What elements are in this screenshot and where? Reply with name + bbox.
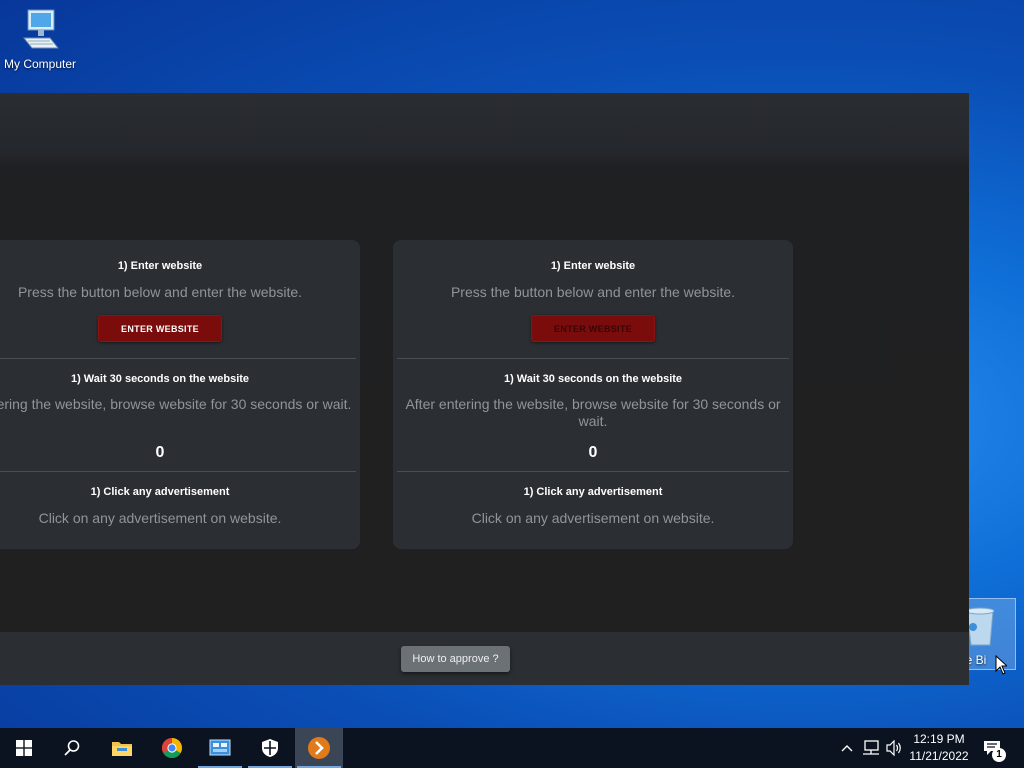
countdown-counter: 0	[588, 444, 598, 461]
step3-title: 1) Click any advertisement	[523, 486, 663, 498]
chevron-up-icon	[841, 745, 853, 752]
step1-title: 1) Enter website	[117, 260, 203, 272]
notification-badge: 1	[992, 748, 1006, 762]
desktop-icon-my-computer[interactable]: My Computer	[0, 8, 80, 71]
step3-title: 1) Click any advertisement	[90, 486, 230, 498]
taskbar-clock[interactable]: 12:19 PM 11/21/2022	[903, 731, 975, 765]
volume-icon	[886, 740, 901, 756]
taskbar-chrome[interactable]	[148, 728, 196, 768]
step2-description: r entering the website, browse website f…	[0, 396, 352, 412]
step1-description: Press the button below and enter the web…	[17, 284, 303, 300]
divider	[0, 471, 356, 472]
enter-website-button[interactable]: ENTER WEBSITE	[98, 315, 222, 342]
clock-date: 11/21/2022	[909, 749, 969, 763]
step2-title: 1) Wait 30 seconds on the website	[70, 373, 250, 385]
step1-title: 1) Enter website	[550, 260, 636, 272]
control-panel-icon	[209, 739, 231, 756]
search-icon	[64, 740, 80, 756]
taskbar-active-app[interactable]	[295, 728, 343, 768]
taskbar-control-panel[interactable]	[196, 728, 244, 768]
app-arrow-icon	[308, 737, 330, 759]
tray-network[interactable]	[861, 728, 881, 768]
windows-security-icon	[262, 739, 278, 757]
search-button[interactable]	[48, 728, 96, 768]
how-to-approve-button[interactable]: How to approve ?	[401, 646, 510, 672]
mouse-cursor-icon	[995, 655, 1007, 675]
step3-description: Click on any advertisement on website.	[38, 510, 282, 526]
app-window: 1) Enter website Press the button below …	[0, 93, 969, 685]
taskbar: 12:19 PM 11/21/2022	[0, 728, 1024, 768]
chrome-icon	[162, 738, 182, 758]
enter-website-button[interactable]: ENTER WEBSITE	[531, 315, 655, 342]
divider	[0, 358, 356, 359]
countdown-counter: 0	[155, 444, 165, 461]
divider	[397, 471, 789, 472]
taskbar-windows-security[interactable]	[246, 728, 294, 768]
file-explorer-icon	[112, 742, 132, 756]
tray-overflow-button[interactable]	[838, 728, 856, 768]
start-button[interactable]	[0, 728, 48, 768]
computer-icon	[22, 9, 60, 49]
step1-description: Press the button below and enter the web…	[450, 284, 736, 300]
app-footer: How to approve ?	[0, 632, 969, 685]
divider	[397, 358, 789, 359]
windows-start-icon	[16, 740, 32, 756]
step2-title: 1) Wait 30 seconds on the website	[503, 373, 683, 385]
tray-volume[interactable]	[884, 728, 904, 768]
task-card-left: 1) Enter website Press the button below …	[0, 240, 360, 549]
clock-time: 12:19 PM	[913, 732, 965, 746]
desktop-icon-label: My Computer	[3, 57, 77, 71]
task-card-right: 1) Enter website Press the button below …	[393, 240, 793, 549]
step2-description: After entering the website, browse websi…	[405, 396, 781, 429]
network-icon	[863, 740, 879, 755]
step3-description: Click on any advertisement on website.	[471, 510, 715, 526]
taskbar-file-explorer[interactable]	[98, 728, 146, 768]
